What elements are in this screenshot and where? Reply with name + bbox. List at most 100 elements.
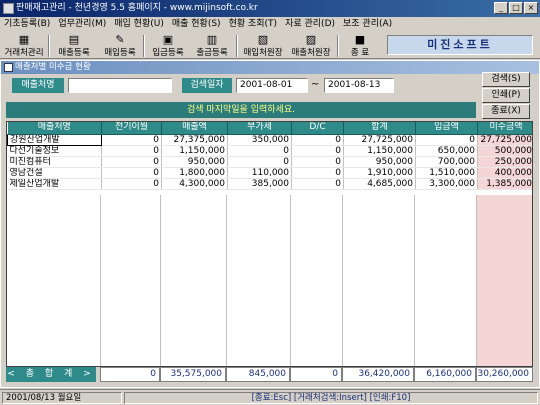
toolbar-separator — [337, 35, 339, 57]
menu-basic[interactable]: 기초등록(B) — [0, 17, 54, 32]
app-icon — [3, 3, 14, 14]
customer-icon: ▦ — [18, 33, 30, 46]
menu-work[interactable]: 업무관리(M) — [54, 17, 110, 32]
cell-sales: 4,300,000 — [161, 178, 228, 190]
grid-empty-area — [7, 195, 532, 366]
toolbar-label: 거래처관리 — [4, 48, 44, 58]
deposit-icon: ▣ — [162, 33, 174, 46]
cell-deposit: 1,510,000 — [415, 167, 478, 179]
customer-input[interactable] — [68, 78, 172, 93]
window-title: 판매재고관리 - 천년경영 5.5 홈페이지 - www.mijinsoft.c… — [16, 3, 258, 13]
status-date: 2001/08/13 월요일 — [2, 392, 122, 404]
cell-customer[interactable]: 다선기술정보 — [7, 145, 102, 157]
cell-deposit: 650,000 — [415, 145, 478, 157]
date-from-input[interactable]: 2001-08-01 — [236, 78, 308, 93]
cell-total: 950,000 — [343, 156, 416, 168]
toolbar-separator — [236, 35, 238, 57]
toolbar-customer-button[interactable]: ▦ 거래처관리 — [2, 33, 46, 58]
cell-carryover: 0 — [101, 156, 162, 168]
cell-carryover: 0 — [101, 167, 162, 179]
exit-icon: ■ — [354, 33, 366, 46]
child-title-bar: 매출처별 미수금 현황 — [1, 61, 539, 74]
cell-dc: 0 — [291, 178, 344, 190]
cell-customer[interactable]: 미진컴퓨터 — [7, 156, 102, 168]
cell-carryover: 0 — [101, 145, 162, 157]
cell-dc: 0 — [291, 167, 344, 179]
cell-customer[interactable]: 제일산업개발 — [7, 178, 102, 190]
print-button[interactable]: 인쇄(P) — [482, 88, 530, 103]
cell-sales: 1,800,000 — [161, 167, 228, 179]
sales-ledger-icon: ▨ — [305, 33, 317, 46]
date-to-input[interactable]: 2001-08-13 — [324, 78, 394, 93]
cell-vat: 110,000 — [227, 167, 292, 179]
cell-deposit: 3,300,000 — [415, 178, 478, 190]
menu-sales-status[interactable]: 매출 현황(S) — [168, 17, 225, 32]
customer-label: 매출처명 — [12, 78, 64, 93]
table-row[interactable]: 제일산업개발 0 4,300,000 385,000 0 4,685,000 3… — [7, 178, 532, 190]
toolbar-deposit-button[interactable]: ▣ 입금등록 — [148, 33, 188, 58]
col-deposit[interactable]: 입금액 — [415, 122, 478, 135]
cell-dc: 0 — [291, 134, 344, 146]
cell-carryover: 0 — [101, 178, 162, 190]
cell-total: 1,910,000 — [343, 167, 416, 179]
toolbar-purchase-ledger-button[interactable]: ▧ 매입처원장 — [240, 33, 286, 58]
toolbar-exit-button[interactable]: ■ 종 료 — [342, 33, 378, 58]
status-bar: 2001/08/13 월요일 [종료:Esc] [거래처검색:Insert] [… — [0, 389, 540, 405]
toolbar-label: 매입처원장 — [243, 48, 283, 58]
cell-sales: 950,000 — [161, 156, 228, 168]
col-receivable[interactable]: 미수금액 — [477, 122, 532, 135]
menu-data[interactable]: 자료 관리(D) — [281, 17, 339, 32]
purchase-icon: ✎ — [115, 33, 125, 46]
title-bar: 판매재고관리 - 천년경영 5.5 홈페이지 - www.mijinsoft.c… — [0, 0, 540, 17]
exit-button[interactable]: 종료(X) — [482, 104, 530, 119]
cell-vat: 385,000 — [227, 178, 292, 190]
toolbar-purchase-button[interactable]: ✎ 매입등록 — [100, 33, 140, 58]
col-customer[interactable]: 매출처명 — [7, 122, 102, 135]
totals-label: < 총 합 계 > — [6, 367, 96, 382]
minimize-button[interactable]: _ — [494, 2, 508, 14]
toolbar-separator — [143, 35, 145, 57]
toolbar-sales-ledger-button[interactable]: ▨ 매출처원장 — [288, 33, 334, 58]
cell-total: 27,725,000 — [343, 134, 416, 146]
total-vat: 845,000 — [226, 367, 290, 382]
cell-customer[interactable]: 강원산업개발 — [7, 133, 102, 146]
maximize-button[interactable]: □ — [509, 2, 523, 14]
toolbar-label: 출금등록 — [196, 48, 228, 58]
toolbar-label: 종 료 — [350, 48, 370, 58]
toolbar-separator — [48, 35, 50, 57]
total-sales: 35,575,000 — [160, 367, 226, 382]
cell-vat: 0 — [227, 156, 292, 168]
date-range-separator: ~ — [311, 79, 320, 90]
cell-receivable: 500,000 — [477, 145, 532, 157]
close-button[interactable]: × — [524, 2, 538, 14]
table-row[interactable]: 다선기술정보 0 1,150,000 0 0 1,150,000 650,000… — [7, 145, 532, 157]
menu-aux[interactable]: 보조 관리(A) — [339, 17, 396, 32]
col-vat[interactable]: 부가세 — [227, 122, 292, 135]
cell-total: 4,685,000 — [343, 178, 416, 190]
cell-customer[interactable]: 영남건설 — [7, 167, 102, 179]
search-button[interactable]: 검색(S) — [482, 72, 530, 87]
col-carryover[interactable]: 전기이월 — [101, 122, 162, 135]
table-row[interactable]: 미진컴퓨터 0 950,000 0 0 950,000 700,000 250,… — [7, 156, 532, 168]
table-row[interactable]: 강원산업개발 0 27,375,000 350,000 0 27,725,000… — [7, 133, 532, 146]
col-total[interactable]: 합계 — [343, 122, 416, 135]
col-sales[interactable]: 매출액 — [161, 122, 228, 135]
cell-sales: 27,375,000 — [161, 134, 228, 146]
total-deposit: 6,160,000 — [414, 367, 476, 382]
cell-receivable: 400,000 — [477, 167, 532, 179]
table-row[interactable]: 영남건설 0 1,800,000 110,000 0 1,910,000 1,5… — [7, 167, 532, 179]
menu-purchase-status[interactable]: 매입 현황(U) — [110, 17, 168, 32]
totals-row: < 총 합 계 > 0 35,575,000 845,000 0 36,420,… — [6, 367, 533, 382]
cell-total: 1,150,000 — [343, 145, 416, 157]
brand-logo: 미진소프트 — [387, 35, 533, 55]
col-dc[interactable]: D/C — [291, 122, 344, 135]
total-carryover: 0 — [100, 367, 160, 382]
menu-inquiry[interactable]: 현황 조회(T) — [225, 17, 282, 32]
cell-sales: 1,150,000 — [161, 145, 228, 157]
date-label: 검색일자 — [182, 78, 232, 93]
document-icon — [4, 63, 13, 72]
cell-receivable: 1,385,000 — [477, 178, 532, 190]
receivables-grid[interactable]: 매출처명 전기이월 매출액 부가세 D/C 합계 입금액 미수금액 강원산업개발… — [6, 121, 533, 367]
toolbar-withdraw-button[interactable]: ▥ 출금등록 — [192, 33, 232, 58]
toolbar-sales-button[interactable]: ▤ 매출등록 — [54, 33, 94, 58]
